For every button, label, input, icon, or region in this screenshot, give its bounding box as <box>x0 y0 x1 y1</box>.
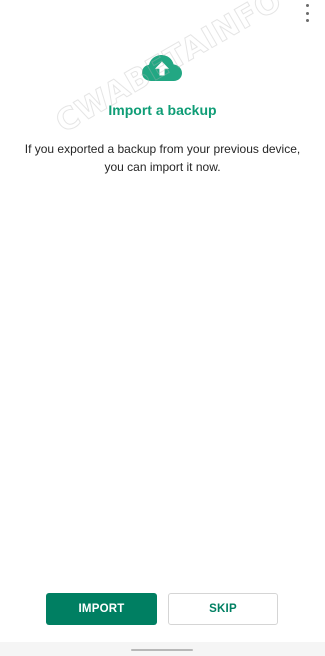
cloud-upload-icon <box>142 55 182 81</box>
skip-button[interactable]: SKIP <box>168 593 278 625</box>
import-button[interactable]: IMPORT <box>46 593 157 625</box>
description-text: If you exported a backup from your previ… <box>24 142 301 174</box>
home-indicator[interactable] <box>131 649 193 651</box>
page-title: Import a backup <box>108 102 217 118</box>
menu-dot <box>305 11 309 15</box>
more-vert-icon[interactable] <box>301 4 313 22</box>
system-nav-bar <box>0 642 325 656</box>
menu-dot <box>305 4 309 7</box>
import-backup-screen: CWABETAINFO Import a backup If you expor… <box>0 0 325 656</box>
menu-dot <box>305 19 309 22</box>
